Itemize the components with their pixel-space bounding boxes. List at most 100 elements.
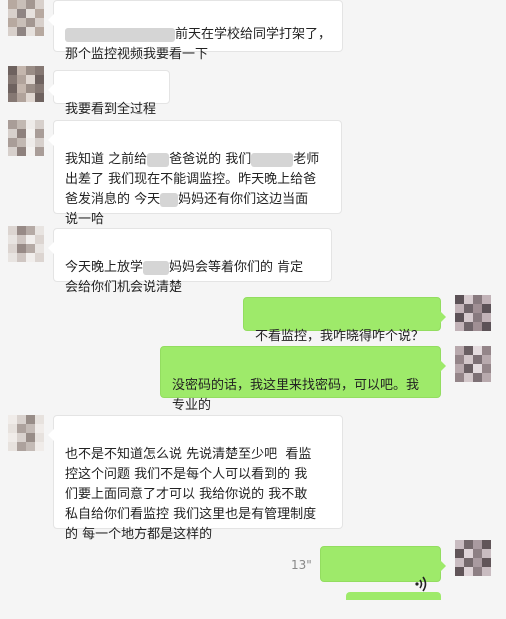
avatar-pixel	[8, 226, 17, 235]
message-bubble[interactable]: 我要看到全过程	[48, 70, 170, 117]
message-bubble[interactable]: 我知道 之前给 爸爸说的 我们 老师 出差了 我们现在不能调监控。昨天晚上给爸 爸发消息…	[48, 120, 342, 227]
message-text: 们要上面同意了才可以 我给你说的 我不敢	[65, 487, 308, 502]
avatar-pixel	[26, 244, 35, 253]
avatar-pixel	[26, 235, 35, 244]
avatar-pixel	[8, 120, 17, 129]
avatar-pixel	[17, 93, 26, 102]
message-text: 不看监控，我咋晓得咋个说？	[255, 329, 425, 344]
avatar-pixel	[26, 415, 35, 424]
avatar-pixel	[26, 442, 35, 451]
avatar-pixel	[26, 93, 35, 102]
avatar-pixel	[482, 346, 491, 355]
avatar-pixel	[455, 373, 464, 382]
message-text: 爸发消息的 今天	[65, 192, 161, 207]
avatar-pixel	[17, 226, 26, 235]
avatar-pixel	[17, 9, 26, 18]
avatar-pixel	[455, 549, 464, 558]
avatar-pixel	[473, 295, 482, 304]
avatar-pixel	[473, 558, 482, 567]
message-bubble[interactable]: 前天在学校给同学打架了， 那个监控视频我要看一下	[48, 0, 343, 62]
avatar-pixel	[464, 364, 473, 373]
avatar-pixel	[26, 147, 35, 156]
avatar[interactable]	[8, 120, 44, 156]
message-bubble[interactable]: 没密码的话，我这里来找密码，可以吧。我 专业的	[160, 346, 446, 413]
avatar-pixel	[473, 364, 482, 373]
avatar[interactable]	[8, 66, 44, 102]
avatar-pixel	[26, 433, 35, 442]
avatar-pixel	[17, 27, 26, 36]
avatar-pixel	[455, 346, 464, 355]
avatar[interactable]	[455, 295, 491, 331]
avatar-pixel	[35, 147, 44, 156]
avatar-pixel	[455, 313, 464, 322]
avatar-pixel	[473, 567, 482, 576]
avatar-pixel	[17, 120, 26, 129]
avatar-pixel	[26, 66, 35, 75]
message-text: 妈妈会等着你们的 肯定	[169, 260, 304, 275]
avatar-pixel	[26, 424, 35, 433]
avatar[interactable]	[8, 0, 44, 36]
avatar-pixel	[35, 433, 44, 442]
message-bubble[interactable]: 不看监控，我咋晓得咋个说？	[243, 297, 446, 344]
avatar-pixel	[473, 549, 482, 558]
avatar[interactable]	[455, 346, 491, 382]
avatar-pixel	[35, 75, 44, 84]
avatar-pixel	[8, 147, 17, 156]
avatar-pixel	[26, 18, 35, 27]
avatar[interactable]	[8, 226, 44, 262]
message-text: 我知道 之前给	[65, 152, 148, 167]
avatar-pixel	[17, 244, 26, 253]
avatar-pixel	[482, 567, 491, 576]
avatar-pixel	[17, 415, 26, 424]
avatar-pixel	[17, 147, 26, 156]
avatar-pixel	[8, 138, 17, 147]
avatar-pixel	[35, 93, 44, 102]
avatar-pixel	[17, 129, 26, 138]
avatar[interactable]	[8, 415, 44, 451]
avatar-pixel	[482, 295, 491, 304]
redacted-name	[147, 152, 170, 167]
avatar-pixel	[455, 295, 464, 304]
message-bubble[interactable]: 也不是不知道怎么说 先说清楚至少吧 看监 控这个问题 我们不是每个人可以看到的 我…	[48, 415, 343, 542]
message-text: 那个监控视频我要看一下	[65, 47, 209, 62]
avatar-pixel	[26, 138, 35, 147]
avatar-pixel	[482, 549, 491, 558]
avatar-pixel	[8, 75, 17, 84]
avatar-pixel	[464, 313, 473, 322]
avatar-pixel	[8, 235, 17, 244]
avatar-pixel	[8, 18, 17, 27]
avatar-pixel	[482, 364, 491, 373]
avatar-pixel	[455, 567, 464, 576]
message-text: 妈妈还有你们这边当面	[178, 192, 309, 207]
avatar-pixel	[8, 424, 17, 433]
avatar-pixel	[8, 253, 17, 262]
avatar-pixel	[35, 138, 44, 147]
avatar-pixel	[35, 226, 44, 235]
avatar-pixel	[464, 322, 473, 331]
avatar-pixel	[26, 226, 35, 235]
avatar-pixel	[17, 18, 26, 27]
avatar-pixel	[35, 18, 44, 27]
avatar-pixel	[17, 442, 26, 451]
avatar-pixel	[35, 244, 44, 253]
voice-duration: 13"	[291, 558, 312, 572]
avatar-pixel	[17, 433, 26, 442]
avatar-pixel	[8, 84, 17, 93]
avatar-pixel	[482, 558, 491, 567]
avatar-pixel	[17, 253, 26, 262]
message-text: 出差了 我们现在不能调监控。昨天晚上给爸	[65, 172, 317, 187]
avatar-pixel	[26, 27, 35, 36]
message-text: 爸爸说的 我们	[169, 152, 252, 167]
avatar-pixel	[26, 9, 35, 18]
avatar-pixel	[35, 0, 44, 9]
avatar[interactable]	[455, 540, 491, 576]
avatar-pixel	[473, 313, 482, 322]
avatar-pixel	[473, 373, 482, 382]
avatar-pixel	[8, 0, 17, 9]
voice-message-bubble[interactable]	[320, 546, 446, 592]
message-text: 前天在学校给同学打架了，	[175, 27, 332, 42]
avatar-pixel	[17, 235, 26, 244]
message-bubble[interactable]: 今天晚上放学 妈妈会等着你们的 肯定 会给你们机会说清楚	[48, 228, 332, 295]
message-bubble-partial[interactable]	[346, 592, 441, 600]
avatar-pixel	[26, 129, 35, 138]
